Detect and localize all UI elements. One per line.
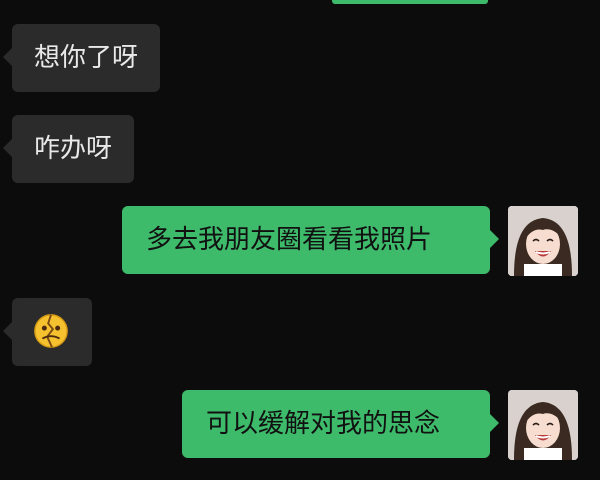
avatar-image (508, 390, 578, 460)
previous-outgoing-bubble-edge (332, 0, 488, 4)
incoming-message-bubble[interactable] (3, 298, 92, 366)
user-avatar[interactable] (508, 390, 578, 460)
avatar-image (508, 206, 578, 276)
message-text: 可以缓解对我的思念 (206, 409, 441, 439)
broken-face-emoji (34, 313, 68, 348)
incoming-message-bubble[interactable]: 想你了呀 (2, 24, 161, 92)
chat-view: 想你了呀 咋办呀 多去我朋友圈看看我照片 可以缓解对我的思念 (0, 0, 600, 480)
message-text: 多去我朋友圈看看我照片 (146, 225, 433, 255)
outgoing-message-bubble[interactable]: 可以缓解对我的思念 (182, 390, 499, 458)
message-text: 咋办呀 (34, 134, 113, 164)
message-text: 想你了呀 (34, 43, 139, 73)
incoming-message-bubble[interactable]: 咋办呀 (2, 115, 135, 183)
user-avatar[interactable] (508, 206, 578, 276)
outgoing-message-bubble[interactable]: 多去我朋友圈看看我照片 (122, 206, 499, 274)
